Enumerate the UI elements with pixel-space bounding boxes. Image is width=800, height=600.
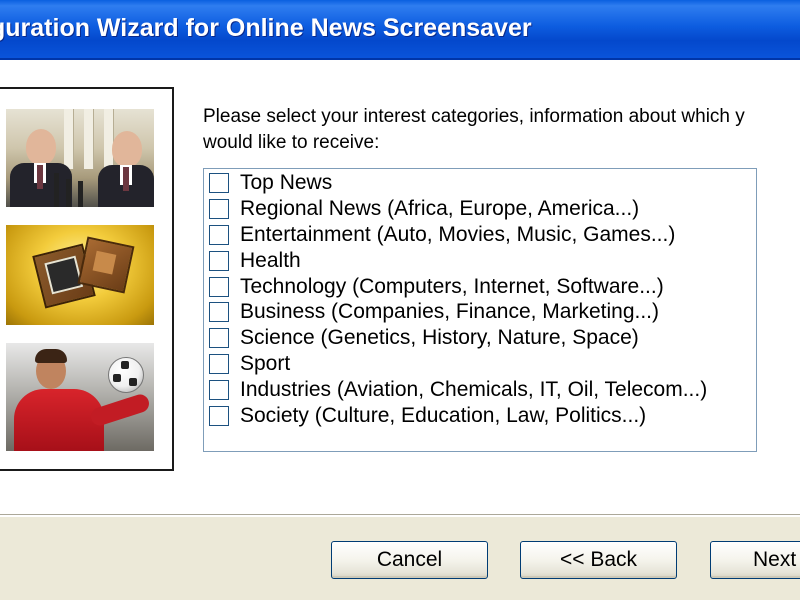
- category-label: Sport: [240, 352, 291, 375]
- category-label: Technology (Computers, Internet, Softwar…: [240, 275, 664, 298]
- sport-photo: [6, 343, 154, 451]
- category-item-science[interactable]: Science (Genetics, History, Nature, Spac…: [209, 326, 639, 350]
- instructions-line-1: Please select your interest categories, …: [203, 106, 745, 127]
- checkbox-society[interactable]: [209, 406, 229, 426]
- window-titlebar[interactable]: guration Wizard for Online News Screensa…: [0, 0, 800, 60]
- window-title: guration Wizard for Online News Screensa…: [0, 14, 532, 42]
- technology-photo: [6, 225, 154, 325]
- checkbox-science[interactable]: [209, 328, 229, 348]
- category-label: Regional News (Africa, Europe, America..…: [240, 197, 640, 220]
- checkbox-business[interactable]: [209, 302, 229, 322]
- checkbox-industries[interactable]: [209, 380, 229, 400]
- politics-photo: [6, 109, 154, 207]
- category-item-regional-news[interactable]: Regional News (Africa, Europe, America..…: [209, 197, 639, 221]
- category-item-business[interactable]: Business (Companies, Finance, Marketing.…: [209, 300, 659, 324]
- category-label: Business (Companies, Finance, Marketing.…: [240, 300, 660, 323]
- next-button[interactable]: Next: [710, 541, 800, 579]
- checkbox-regional-news[interactable]: [209, 199, 229, 219]
- category-item-entertainment[interactable]: Entertainment (Auto, Movies, Music, Game…: [209, 223, 675, 247]
- category-label: Top News: [240, 171, 333, 194]
- cancel-button[interactable]: Cancel: [331, 541, 488, 579]
- category-item-society[interactable]: Society (Culture, Education, Law, Politi…: [209, 404, 646, 428]
- category-label: Science (Genetics, History, Nature, Spac…: [240, 326, 639, 349]
- checkbox-entertainment[interactable]: [209, 225, 229, 245]
- instructions-line-2: would like to receive:: [203, 132, 380, 153]
- category-item-technology[interactable]: Technology (Computers, Internet, Softwar…: [209, 275, 664, 299]
- checkbox-sport[interactable]: [209, 354, 229, 374]
- button-area-separator: [0, 514, 800, 517]
- category-label: Industries (Aviation, Chemicals, IT, Oil…: [240, 378, 708, 401]
- instructions-text: Please select your interest categories, …: [203, 104, 800, 156]
- category-label: Society (Culture, Education, Law, Politi…: [240, 404, 647, 427]
- category-checklist[interactable]: Top News Regional News (Africa, Europe, …: [203, 168, 757, 452]
- category-image-panel: [0, 87, 174, 471]
- category-label: Health: [240, 249, 301, 272]
- checkbox-technology[interactable]: [209, 277, 229, 297]
- category-item-health[interactable]: Health: [209, 249, 301, 273]
- back-button[interactable]: << Back: [520, 541, 677, 579]
- category-label: Entertainment (Auto, Movies, Music, Game…: [240, 223, 676, 246]
- checkbox-health[interactable]: [209, 251, 229, 271]
- category-item-industries[interactable]: Industries (Aviation, Chemicals, IT, Oil…: [209, 378, 707, 402]
- checkbox-top-news[interactable]: [209, 173, 229, 193]
- category-item-sport[interactable]: Sport: [209, 352, 290, 376]
- category-item-top-news[interactable]: Top News: [209, 171, 332, 195]
